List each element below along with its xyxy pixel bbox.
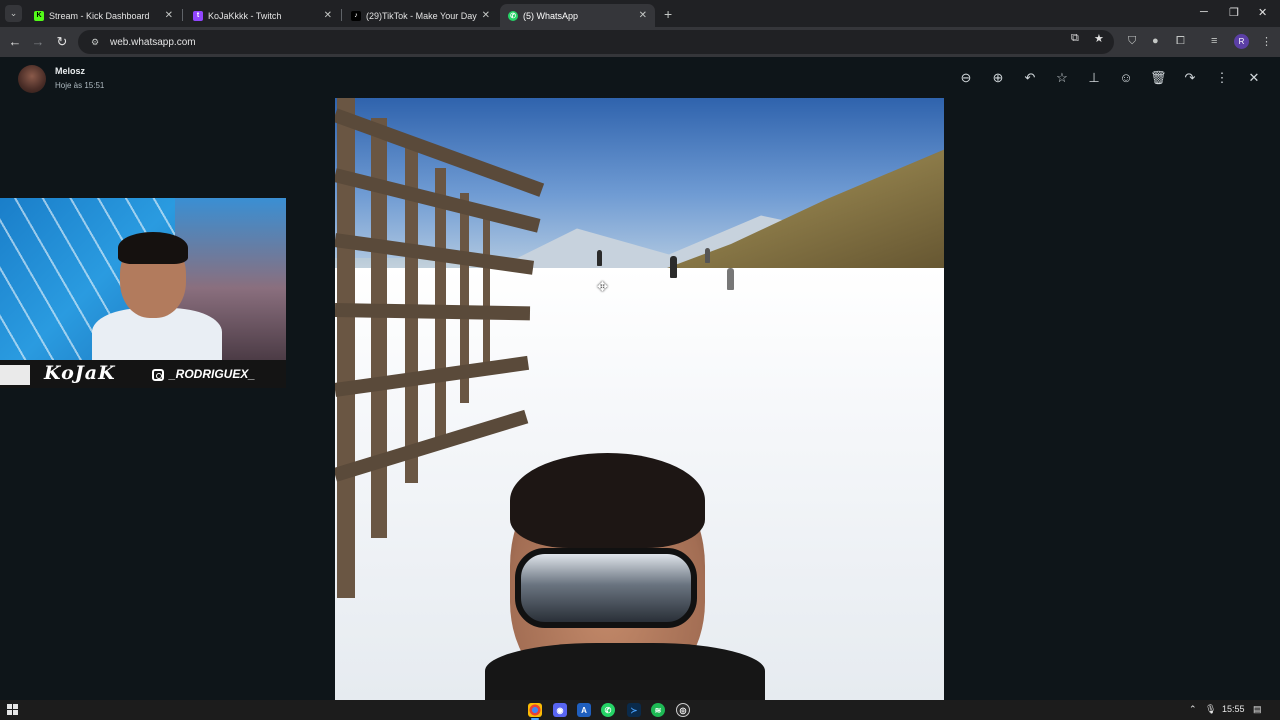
close-icon[interactable]: ✕: [165, 10, 173, 21]
tab-search-button[interactable]: ⌄: [5, 5, 22, 22]
tab-kick[interactable]: K Stream - Kick Dashboard ✕: [26, 4, 181, 27]
restore-button[interactable]: ❐: [1229, 6, 1239, 19]
photo-skier: [597, 250, 602, 266]
streamer-hair: [118, 232, 188, 264]
tab-divider: [182, 9, 183, 21]
microphone-icon[interactable]: 🎙: [1205, 704, 1216, 715]
sender-avatar[interactable]: [18, 65, 46, 93]
zoom-in-icon[interactable]: ⊕: [990, 70, 1006, 86]
photo-skier: [670, 256, 677, 278]
browser-menu-icon[interactable]: ⋮: [1261, 35, 1272, 48]
tiktok-icon: ♪: [351, 10, 361, 21]
photo-skier: [705, 248, 710, 263]
tab-divider: [341, 9, 342, 21]
instagram-handle: _RODRIGUEX_: [169, 367, 256, 381]
browser-toolbar: ← → ↻ ⚙ web.whatsapp.com ⧉ ★: [0, 27, 1280, 57]
obs-icon[interactable]: ◎: [676, 703, 690, 717]
move-cursor-icon: ✥: [597, 279, 608, 294]
reply-icon[interactable]: ↶: [1022, 70, 1038, 86]
tab-title: Stream - Kick Dashboard: [49, 10, 150, 21]
zoom-out-icon[interactable]: ⊖: [958, 70, 974, 86]
bookmark-star-icon[interactable]: ★: [1094, 32, 1104, 45]
photo-skier: [727, 268, 734, 290]
twitch-icon: t: [193, 10, 203, 21]
profile-avatar[interactable]: R: [1234, 34, 1249, 49]
tab-twitch[interactable]: t KoJaKkkk - Twitch ✕: [185, 4, 340, 27]
streamer-logo: KoJaK: [44, 362, 116, 384]
star-icon[interactable]: ☆: [1054, 70, 1070, 86]
app-a-icon[interactable]: A: [577, 703, 591, 717]
media-viewer: Melosz Hoje às 15:51 ⊖ ⊕ ↶ ☆ ⊥ ☺ 🗑 ↷ ⋮ ✕: [0, 57, 1280, 700]
banner-accent: [0, 365, 30, 385]
media-control-icon[interactable]: ≡: [1211, 35, 1217, 47]
close-icon[interactable]: ✕: [482, 10, 490, 21]
tab-title: (5) WhatsApp: [523, 10, 579, 21]
windows-start-icon[interactable]: [7, 704, 18, 715]
back-button[interactable]: ←: [7, 34, 23, 50]
clock[interactable]: 15:55: [1222, 704, 1245, 714]
tab-title: (29)TikTok - Make Your Day: [366, 10, 477, 21]
windows-taskbar: ◉ A ✆ ≻ ≋ ◎ ⌃ 🎙 15:55 ▤: [0, 700, 1280, 720]
whatsapp-icon: ✆: [508, 10, 518, 21]
photo-ski-goggles: [515, 548, 697, 628]
close-icon[interactable]: ✕: [1246, 70, 1262, 86]
forward-icon[interactable]: ↷: [1182, 70, 1198, 86]
photo-neck-warmer: [485, 643, 765, 700]
extensions-puzzle-icon[interactable]: ⧠: [1176, 35, 1185, 48]
minimize-button[interactable]: ─: [1200, 6, 1208, 18]
delete-icon[interactable]: 🗑: [1150, 70, 1167, 86]
address-bar[interactable]: ⚙ web.whatsapp.com: [78, 30, 1114, 54]
extension-shield-icon[interactable]: ⛉: [1128, 35, 1136, 48]
instagram-icon: [152, 369, 164, 381]
install-app-icon[interactable]: ⧉: [1071, 32, 1079, 45]
tab-title: KoJaKkkk - Twitch: [208, 10, 282, 21]
vscode-icon[interactable]: ≻: [627, 703, 641, 717]
pin-icon[interactable]: ⊥: [1086, 70, 1102, 86]
site-info-icon[interactable]: ⚙: [88, 35, 102, 49]
whatsapp-icon[interactable]: ✆: [601, 703, 615, 717]
chrome-icon[interactable]: [528, 703, 542, 720]
message-timestamp: Hoje às 15:51: [55, 81, 105, 90]
sender-name[interactable]: Melosz: [55, 66, 85, 76]
tab-tiktok[interactable]: ♪ (29)TikTok - Make Your Day ✕: [343, 4, 498, 27]
webcam-overlay: KoJaK _RODRIGUEX_: [0, 198, 286, 388]
photo-person-hair: [510, 453, 705, 548]
photo-wooden-fence: [335, 98, 545, 700]
spotify-icon[interactable]: ≋: [651, 703, 665, 717]
discord-icon[interactable]: ◉: [553, 703, 567, 717]
url-text: web.whatsapp.com: [110, 36, 196, 48]
notifications-icon[interactable]: ▤: [1253, 704, 1262, 715]
close-window-button[interactable]: ✕: [1258, 6, 1267, 19]
webcam-video: [0, 198, 286, 368]
emoji-icon[interactable]: ☺: [1118, 70, 1134, 86]
tab-strip: ⌄ K Stream - Kick Dashboard ✕ t KoJaKkkk…: [0, 0, 1280, 27]
tray-chevron-icon[interactable]: ⌃: [1189, 704, 1197, 715]
close-icon[interactable]: ✕: [639, 10, 647, 21]
tab-whatsapp[interactable]: ✆ (5) WhatsApp ✕: [500, 4, 655, 27]
close-icon[interactable]: ✕: [324, 10, 332, 21]
new-tab-button[interactable]: +: [664, 6, 672, 22]
extension-icon[interactable]: ●: [1152, 35, 1159, 47]
media-image[interactable]: ✥: [335, 98, 944, 700]
forward-button[interactable]: →: [30, 34, 46, 50]
reload-button[interactable]: ↻: [54, 34, 70, 50]
more-icon[interactable]: ⋮: [1214, 70, 1230, 86]
kick-icon: K: [34, 10, 44, 21]
